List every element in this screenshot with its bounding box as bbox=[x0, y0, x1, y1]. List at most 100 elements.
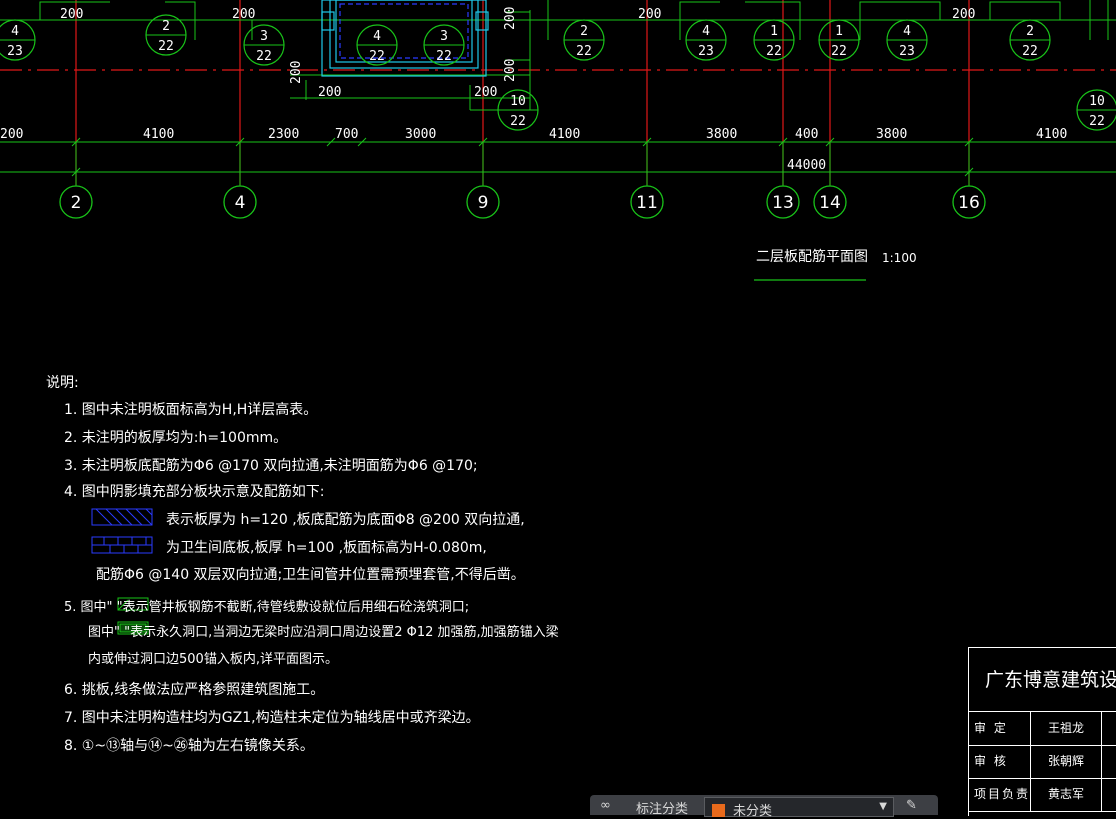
axis-bubble: 4 bbox=[223, 185, 257, 219]
rebar-tag: 423 bbox=[886, 19, 928, 61]
rebar-tag-ref: 22 bbox=[831, 44, 847, 59]
axis-label: 14 bbox=[819, 193, 841, 213]
top-dim-text: 200 bbox=[952, 7, 975, 22]
row-key: 项目负责 bbox=[969, 778, 1031, 811]
span-dim-text: 3000 bbox=[405, 127, 436, 142]
edit-icon[interactable]: ✎ bbox=[906, 798, 917, 813]
axis-bubble: 13 bbox=[766, 185, 800, 219]
title-row-lead: 项目负责 黄志军 bbox=[969, 778, 1116, 812]
axis-label: 2 bbox=[71, 193, 82, 213]
dimension-category-toolbar: ∞ 标注分类 未分类 ▼ ✎ bbox=[590, 795, 938, 819]
rebar-tag: 222 bbox=[1009, 19, 1051, 61]
title-block: 广东博意建筑设计院 审 定 王祖龙 审 核 张朝辉 项目负责 黄志军 bbox=[968, 647, 1116, 816]
rebar-tag-ref: 22 bbox=[1089, 114, 1105, 129]
rebar-tag-number: 2 bbox=[580, 24, 588, 39]
top-dim-text: 200 bbox=[503, 59, 518, 82]
rebar-tag-number: 2 bbox=[1026, 24, 1034, 39]
span-dim-text: 3800 bbox=[876, 127, 907, 142]
axis-label: 9 bbox=[478, 193, 489, 213]
rebar-tag-ref: 22 bbox=[158, 39, 174, 54]
note-line: 3. 未注明板底配筋为Φ6 @170 双向拉通,未注明面筋为Φ6 @170; bbox=[64, 458, 478, 474]
rebar-tag: 222 bbox=[563, 19, 605, 61]
note-line: 内或伸过洞口边500锚入板内,详平面图示。 bbox=[88, 652, 338, 667]
note-line: 1. 图中未注明板面标高为H,H详层高表。 bbox=[64, 402, 318, 418]
legend-hatch bbox=[91, 508, 153, 526]
span-dimension-texts: 200 4100 2300 700 3000 4100 3800 400 380… bbox=[0, 127, 1067, 173]
infinity-icon[interactable]: ∞ bbox=[600, 798, 611, 813]
axis-bubble: 2 bbox=[59, 185, 93, 219]
rebar-tag-number: 10 bbox=[1089, 94, 1105, 109]
title-row-approve: 审 定 王祖龙 bbox=[969, 712, 1116, 746]
top-dim-text: 200 bbox=[318, 85, 341, 100]
axis-label: 11 bbox=[636, 193, 658, 213]
axis-bubbles: 2 4 9 11 13 14 16 bbox=[59, 185, 986, 219]
rebar-tag-number: 2 bbox=[162, 19, 170, 34]
top-dim-text: 200 bbox=[503, 7, 518, 30]
note-line: 配筋Φ6 @140 双层双向拉通;卫生间管井位置需预埋套管,不得后凿。 bbox=[96, 567, 525, 583]
rebar-tag: 122 bbox=[753, 19, 795, 61]
rebar-tag: 423 bbox=[685, 19, 727, 61]
rebar-tags: 4232223224223221022222423122122423222102… bbox=[0, 14, 1116, 131]
note-line: 6. 挑板,线条做法应严格参照建筑图施工。 bbox=[64, 682, 325, 698]
top-dim-text: 200 bbox=[60, 7, 83, 22]
note-line: 8. ①~⑬轴与⑭~㉖轴为左右镜像关系。 bbox=[64, 738, 314, 754]
legend-tile bbox=[91, 536, 153, 554]
rebar-tag-number: 4 bbox=[373, 29, 381, 44]
rebar-tag: 423 bbox=[0, 19, 36, 61]
rebar-tag-number: 1 bbox=[835, 24, 843, 39]
span-dim-text: 4100 bbox=[1036, 127, 1067, 142]
row-value: 王祖龙 bbox=[1031, 712, 1102, 745]
rebar-tag-number: 4 bbox=[903, 24, 911, 39]
rebar-tag-ref: 22 bbox=[766, 44, 782, 59]
top-dim-text: 200 bbox=[474, 85, 497, 100]
rebar-tag-ref: 23 bbox=[698, 44, 714, 59]
note-line: 图中" "表示永久洞口,当洞边无梁时应沿洞口周边设置2 Φ12 加强筋,加强筋锚… bbox=[88, 625, 559, 640]
rebar-tag-ref: 22 bbox=[256, 49, 272, 64]
span-dim-text: 4100 bbox=[143, 127, 174, 142]
axis-label: 13 bbox=[772, 193, 794, 213]
axis-bubble: 9 bbox=[466, 185, 500, 219]
rebar-tag-number: 3 bbox=[260, 29, 268, 44]
span-dim-text: 2300 bbox=[268, 127, 299, 142]
title-row-review: 审 核 张朝辉 bbox=[969, 745, 1116, 779]
axis-label: 16 bbox=[958, 193, 980, 213]
chevron-down-icon: ▼ bbox=[879, 801, 887, 812]
rebar-tag-number: 4 bbox=[702, 24, 710, 39]
color-swatch bbox=[712, 804, 725, 817]
note-line: 表示板厚为 h=120 ,板底配筋为底面Φ8 @200 双向拉通, bbox=[166, 512, 525, 528]
rebar-tag-ref: 22 bbox=[369, 49, 385, 64]
rebar-tag-number: 4 bbox=[11, 24, 19, 39]
toolbar-label: 标注分类 bbox=[636, 802, 689, 817]
plan-title-group: 二层板配筋平面图 1:100 bbox=[754, 248, 917, 281]
top-dim-text: 200 bbox=[232, 7, 255, 22]
rebar-tag-ref: 22 bbox=[436, 49, 452, 64]
rebar-tag: 322 bbox=[243, 24, 285, 66]
axis-bubble: 11 bbox=[630, 185, 664, 219]
rebar-tag-number: 10 bbox=[510, 94, 526, 109]
note-line: 4. 图中阴影填充部分板块示意及配筋如下: bbox=[64, 484, 325, 500]
plan-scale: 1:100 bbox=[882, 251, 917, 265]
category-select[interactable]: 未分类 ▼ bbox=[704, 797, 894, 819]
rebar-tag: 322 bbox=[423, 24, 465, 66]
rebar-tag: 1022 bbox=[1076, 89, 1116, 131]
rebar-tag-ref: 22 bbox=[576, 44, 592, 59]
span-dim-text: 200 bbox=[0, 127, 23, 142]
rebar-tag-ref: 23 bbox=[7, 44, 23, 59]
row-key: 审 定 bbox=[969, 712, 1031, 745]
rebar-tag: 122 bbox=[818, 19, 860, 61]
rebar-tag: 1022 bbox=[497, 89, 539, 131]
span-dim-text: 700 bbox=[335, 127, 358, 142]
note-line: 2. 未注明的板厚均为:h=100mm。 bbox=[64, 430, 288, 446]
span-dim-text: 400 bbox=[795, 127, 818, 142]
top-dim-text: 200 bbox=[289, 61, 304, 84]
axis-label: 4 bbox=[235, 193, 246, 213]
note-line: 5. 图中" "表示管井板钢筋不截断,待管线敷设就位后用细石砼浇筑洞口; bbox=[64, 600, 470, 615]
plan-title: 二层板配筋平面图 bbox=[756, 248, 868, 265]
axis-bubble: 14 bbox=[813, 185, 847, 219]
rebar-tag-ref: 22 bbox=[1022, 44, 1038, 59]
rebar-tag-number: 3 bbox=[440, 29, 448, 44]
row-value: 黄志军 bbox=[1031, 778, 1102, 811]
row-value: 张朝辉 bbox=[1031, 745, 1102, 778]
axis-bubble: 16 bbox=[952, 185, 986, 219]
total-dim-text: 44000 bbox=[787, 158, 826, 173]
